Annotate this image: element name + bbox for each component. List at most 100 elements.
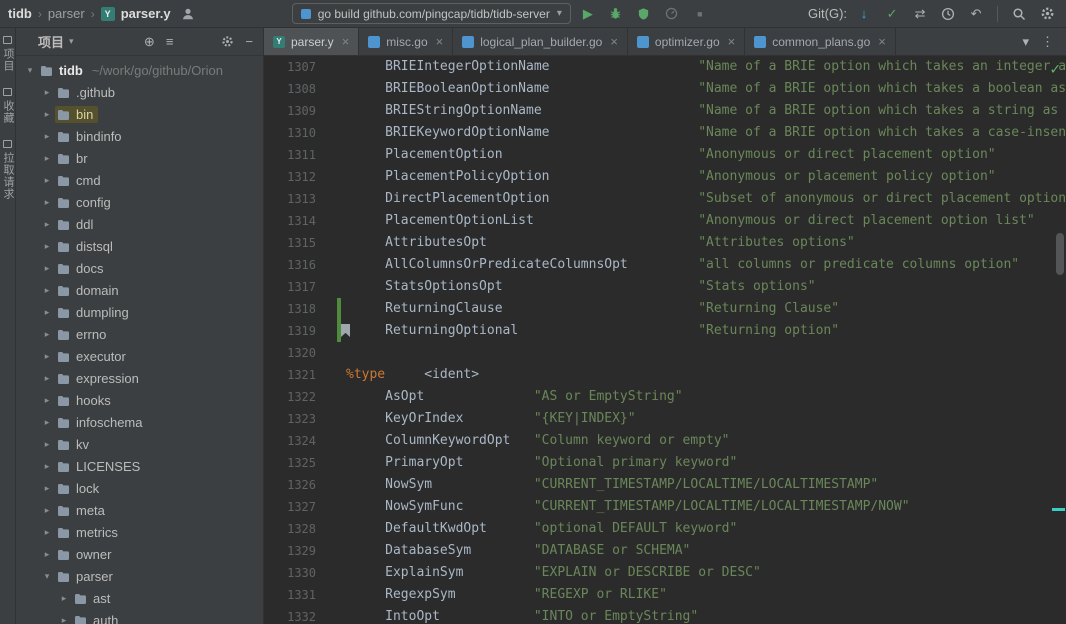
search-icon[interactable] [1008,4,1030,24]
git-push-icon[interactable]: ⇄ [909,4,931,24]
stripe-button-project[interactable]: 项目 [1,36,14,72]
chevron-right-icon[interactable]: ▸ [39,175,55,186]
code-line-1312[interactable]: 1312 PlacementPolicyOption "Anonymous or… [264,166,1066,188]
tree-item-kv[interactable]: ▸kv [16,433,263,455]
code-line-1329[interactable]: 1329 DatabaseSym "DATABASE or SCHEMA" [264,540,1066,562]
chevron-right-icon[interactable]: ▸ [39,351,55,362]
tree-item-dumpling[interactable]: ▸dumpling [16,301,263,323]
code-line-1311[interactable]: 1311 PlacementOption "Anonymous or direc… [264,144,1066,166]
hide-panel-icon[interactable]: − [245,34,253,49]
breadcrumb-file[interactable]: parser.y [121,6,171,21]
chevron-right-icon[interactable]: ▸ [39,307,55,318]
editor-tab-optimizer.go[interactable]: optimizer.go× [628,28,745,55]
chevron-right-icon[interactable]: ▸ [39,505,55,516]
chevron-right-icon[interactable]: ▸ [39,395,55,406]
tree-item-distsql[interactable]: ▸distsql [16,235,263,257]
chevron-down-icon[interactable]: ▾ [69,36,74,47]
history-clock-icon[interactable] [937,4,959,24]
tree-item-domain[interactable]: ▸domain [16,279,263,301]
code-line-1308[interactable]: 1308 BRIEBooleanOptionName "Name of a BR… [264,78,1066,100]
tree-item-expression[interactable]: ▸expression [16,367,263,389]
code-line-1322[interactable]: 1322 AsOpt "AS or EmptyString" [264,386,1066,408]
chevron-right-icon[interactable]: ▸ [39,373,55,384]
stop-icon[interactable]: ■ [689,4,711,24]
code-line-1309[interactable]: 1309 BRIEStringOptionName "Name of a BRI… [264,100,1066,122]
code-line-1324[interactable]: 1324 ColumnKeywordOpt "Column keyword or… [264,430,1066,452]
chevron-down-icon[interactable]: ▾ [39,571,55,582]
tree-item-bin[interactable]: ▸bin [16,103,263,125]
close-tab-icon[interactable]: × [436,35,444,48]
code-line-1307[interactable]: 1307 BRIEIntegerOptionName "Name of a BR… [264,56,1066,78]
git-commit-check-icon[interactable]: ✓ [881,4,903,24]
code-line-1325[interactable]: 1325 PrimaryOpt "Optional primary keywor… [264,452,1066,474]
code-line-1319[interactable]: 1319 ReturningOptional "Returning option… [264,320,1066,342]
profiler-icon[interactable] [661,4,683,24]
close-tab-icon[interactable]: × [878,35,886,48]
breadcrumb-folder[interactable]: parser [48,6,85,21]
editor-tab-logical_plan_builder.go[interactable]: logical_plan_builder.go× [453,28,628,55]
close-tab-icon[interactable]: × [610,35,618,48]
stripe-button-favorites[interactable]: 收藏 [1,88,14,124]
code-line-1321[interactable]: 1321%type <ident> [264,364,1066,386]
tree-item-tidb[interactable]: ▾tidb~/work/go/github/Orion [16,59,263,81]
code-line-1317[interactable]: 1317 StatsOptionsOpt "Stats options" [264,276,1066,298]
code-editor[interactable]: 1307 BRIEIntegerOptionName "Name of a BR… [264,56,1066,624]
debug-bug-icon[interactable] [605,4,627,24]
close-tab-icon[interactable]: × [342,35,350,48]
chevron-right-icon[interactable]: ▸ [39,219,55,230]
chevron-right-icon[interactable]: ▸ [39,549,55,560]
code-line-1326[interactable]: 1326 NowSym "CURRENT_TIMESTAMP/LOCALTIME… [264,474,1066,496]
code-line-1314[interactable]: 1314 PlacementOptionList "Anonymous or d… [264,210,1066,232]
code-line-1313[interactable]: 1313 DirectPlacementOption "Subset of an… [264,188,1066,210]
chevron-right-icon[interactable]: ▸ [39,483,55,494]
code-line-1332[interactable]: 1332 IntoOpt "INTO or EmptyString" [264,606,1066,624]
tree-item-hooks[interactable]: ▸hooks [16,389,263,411]
editor-tab-common_plans.go[interactable]: common_plans.go× [745,28,896,55]
code-line-1323[interactable]: 1323 KeyOrIndex "{KEY|INDEX}" [264,408,1066,430]
close-tab-icon[interactable]: × [728,35,736,48]
panel-options-gear-icon[interactable] [221,35,234,48]
code-line-1315[interactable]: 1315 AttributesOpt "Attributes options" [264,232,1066,254]
chevron-right-icon[interactable]: ▸ [39,241,55,252]
code-line-1316[interactable]: 1316 AllColumnsOrPredicateColumnsOpt "al… [264,254,1066,276]
locate-file-icon[interactable]: ⊕ [144,34,155,50]
run-configuration-select[interactable]: go build github.com/pingcap/tidb/tidb-se… [292,3,571,24]
git-update-icon[interactable]: ↓ [853,4,875,24]
tree-item-lock[interactable]: ▸lock [16,477,263,499]
chevron-right-icon[interactable]: ▸ [39,439,55,450]
project-panel-title[interactable]: 项目 [38,32,64,51]
code-line-1320[interactable]: 1320 [264,342,1066,364]
code-line-1328[interactable]: 1328 DefaultKwdOpt "optional DEFAULT key… [264,518,1066,540]
chevron-right-icon[interactable]: ▸ [56,593,72,604]
inspection-ok-icon[interactable]: ✓ [1050,58,1060,80]
tree-item-docs[interactable]: ▸docs [16,257,263,279]
tree-item-infoschema[interactable]: ▸infoschema [16,411,263,433]
tree-item-br[interactable]: ▸br [16,147,263,169]
tree-item-owner[interactable]: ▸owner [16,543,263,565]
tree-item-cmd[interactable]: ▸cmd [16,169,263,191]
chevron-right-icon[interactable]: ▸ [39,153,55,164]
tree-item-executor[interactable]: ▸executor [16,345,263,367]
chevron-right-icon[interactable]: ▸ [39,329,55,340]
hidden-tabs-dropdown-icon[interactable]: ▾ [1022,34,1029,50]
collapse-all-icon[interactable]: ≡ [166,34,174,49]
chevron-right-icon[interactable]: ▸ [39,527,55,538]
chevron-right-icon[interactable]: ▸ [39,461,55,472]
tree-item-auth[interactable]: ▸auth [16,609,263,624]
editor-scrollbar-thumb[interactable] [1056,233,1064,275]
chevron-right-icon[interactable]: ▸ [39,263,55,274]
tree-item-meta[interactable]: ▸meta [16,499,263,521]
tree-item-bindinfo[interactable]: ▸bindinfo [16,125,263,147]
code-line-1327[interactable]: 1327 NowSymFunc "CURRENT_TIMESTAMP/LOCAL… [264,496,1066,518]
chevron-down-icon[interactable]: ▾ [22,65,38,76]
editor-tab-misc.go[interactable]: misc.go× [359,28,453,55]
tree-item-errno[interactable]: ▸errno [16,323,263,345]
tree-item-LICENSES[interactable]: ▸LICENSES [16,455,263,477]
bookmark-icon[interactable] [341,324,350,337]
breadcrumb-project[interactable]: tidb [8,6,32,21]
editor-tab-parser.y[interactable]: Yparser.y× [264,28,359,55]
code-line-1331[interactable]: 1331 RegexpSym "REGEXP or RLIKE" [264,584,1066,606]
chevron-right-icon[interactable]: ▸ [39,285,55,296]
chevron-right-icon[interactable]: ▸ [39,131,55,142]
code-line-1310[interactable]: 1310 BRIEKeywordOptionName "Name of a BR… [264,122,1066,144]
